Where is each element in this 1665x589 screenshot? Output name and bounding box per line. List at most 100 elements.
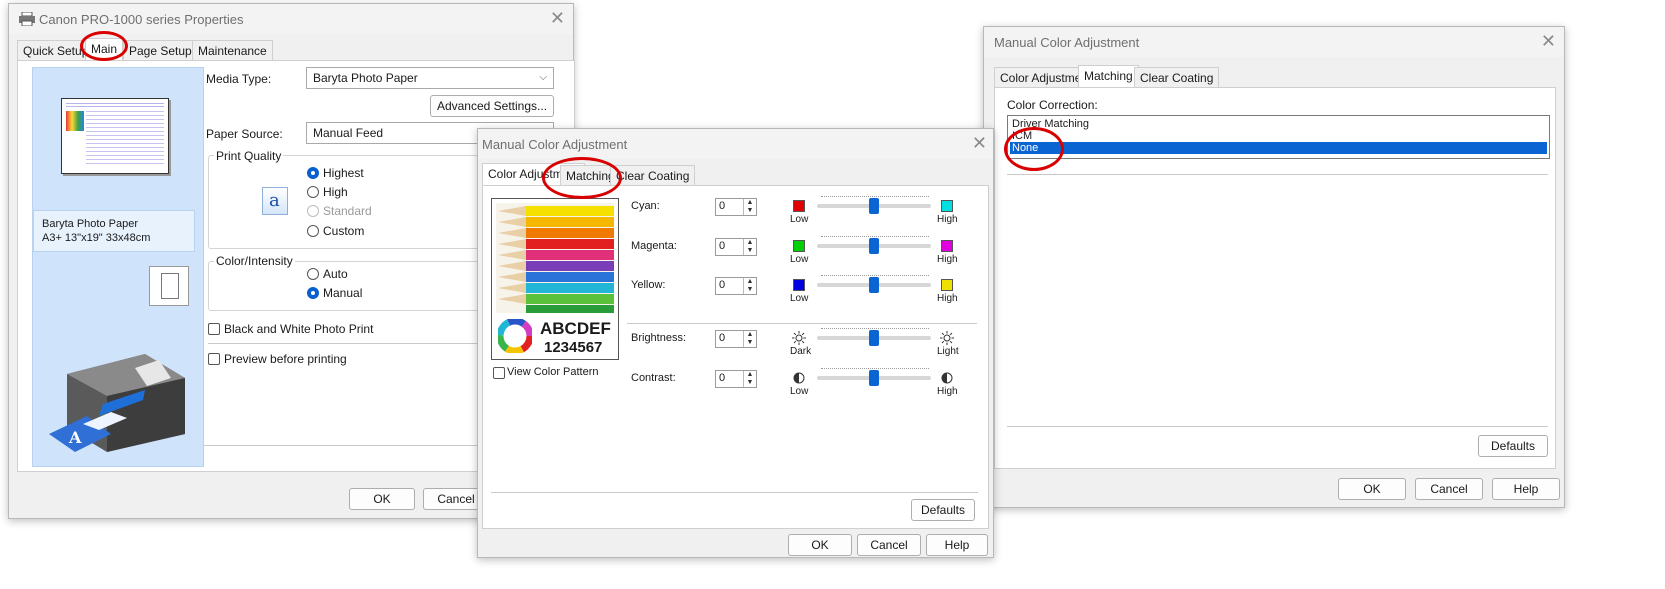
color-auto-radio[interactable] [307,268,319,280]
tab-clear-coating[interactable]: Clear Coating [1134,67,1220,87]
spin-arrows-icon[interactable]: ▲ ▼ [743,278,756,294]
view-color-pattern-label: View Color Pattern [507,366,599,378]
quality-custom-radio[interactable] [307,225,319,237]
magenta-low-label: Low [790,254,809,265]
color-auto-label: Auto [323,267,348,281]
color-manual-label: Manual [323,286,363,300]
option-driver-matching[interactable]: Driver Matching [1010,118,1547,130]
yellow-spinbox[interactable]: 0 ▲ ▼ [715,277,757,295]
preview-paper-size: A3+ 13"x19" 33x48cm [42,232,151,244]
option-none[interactable]: None [1010,142,1547,154]
magenta-slider-thumb[interactable] [869,238,879,254]
window-title: Manual Color Adjustment [482,137,628,152]
cyan-label: Cyan: [631,200,660,212]
highlight-ring [1004,127,1064,171]
cyan-high-label: High [937,214,958,225]
ok-button[interactable]: OK [1338,478,1406,500]
help-button[interactable]: Help [1492,478,1560,500]
cyan-low-label: Low [790,214,809,225]
cyan-high-swatch-icon [941,200,953,212]
quality-custom-label: Custom [323,224,365,238]
title-bar[interactable]: Manual Color Adjustment ✕ [984,27,1564,57]
paper-preview [61,98,169,174]
color-correction-listbox[interactable]: Driver Matching ICM None [1007,115,1550,159]
image-thumbnail [66,111,84,131]
spin-arrows-icon[interactable]: ▲ ▼ [743,331,756,347]
quality-highest-radio[interactable] [307,167,319,179]
cancel-button[interactable]: Cancel [857,534,921,556]
quality-high-label: High [323,185,348,199]
view-color-pattern-checkbox[interactable] [493,367,505,379]
color-adjustment-panel: ABCDEF 1234567 View Color Pattern Cyan: … [482,185,989,529]
brightness-spinbox[interactable]: 0 ▲ ▼ [715,330,757,348]
preview-before-printing-label: Preview before printing [224,352,347,366]
contrast-slider-thumb[interactable] [869,370,879,386]
brightness-low-label: Dark [790,346,812,357]
contrast-value: 0 [719,372,726,384]
option-icm[interactable]: ICM [1010,130,1547,142]
cyan-spinbox[interactable]: 0 ▲ ▼ [715,198,757,216]
advanced-settings-button[interactable]: Advanced Settings... [430,95,554,117]
title-bar[interactable]: Canon PRO-1000 series Properties ✕ [9,4,573,34]
orientation-icon [149,266,189,306]
cancel-button[interactable]: Cancel [1415,478,1483,500]
color-matching-window: Manual Color Adjustment ✕ Color Adjustme… [983,26,1565,508]
print-quality-title: Print Quality [214,149,284,163]
divider [491,492,978,493]
preview-before-printing-checkbox[interactable] [208,353,220,365]
divider [1007,426,1548,427]
spin-arrows-icon[interactable]: ▲ ▼ [743,371,756,387]
text-lines [86,111,164,167]
close-icon[interactable]: ✕ [550,9,565,27]
window-title: Canon PRO-1000 series Properties [39,12,244,27]
yellow-value: 0 [719,279,726,291]
ok-button[interactable]: OK [349,488,415,510]
title-bar[interactable]: Manual Color Adjustment ✕ [478,129,993,159]
cyan-slider-thumb[interactable] [869,198,879,214]
media-type-value: Baryta Photo Paper [313,71,418,85]
quality-high-radio[interactable] [307,186,319,198]
ok-button[interactable]: OK [788,534,852,556]
matching-tab-panel: Color Correction: Driver Matching ICM No… [994,87,1556,469]
tab-clear-coating[interactable]: Clear Coating [610,165,696,185]
paper-stripes [66,103,164,109]
yellow-low-label: Low [790,293,809,304]
magenta-spinbox[interactable]: 0 ▲ ▼ [715,238,757,256]
brightness-slider-thumb[interactable] [869,330,879,346]
close-icon[interactable]: ✕ [1541,32,1556,50]
defaults-button[interactable]: Defaults [1478,435,1548,457]
magenta-low-swatch-icon [793,240,805,252]
divider [627,323,977,324]
contrast-low-icon [793,372,805,387]
yellow-slider-thumb[interactable] [869,277,879,293]
tab-matching[interactable]: Matching [1078,65,1139,87]
bw-photo-checkbox[interactable] [208,323,220,335]
tab-maintenance[interactable]: Maintenance [192,40,273,60]
spin-arrows-icon[interactable]: ▲ ▼ [743,199,756,215]
window-title: Manual Color Adjustment [994,35,1140,50]
magenta-high-label: High [937,254,958,265]
highlight-ring [80,31,128,61]
quality-standard-radio[interactable] [307,205,319,217]
close-icon[interactable]: ✕ [972,134,987,152]
spin-arrows-icon[interactable]: ▲ ▼ [743,239,756,255]
cyan-value: 0 [719,200,726,212]
brightness-label: Brightness: [631,332,687,344]
contrast-high-label: High [937,386,958,397]
quality-preview-glyph: a [269,190,280,211]
contrast-low-label: Low [790,386,809,397]
brightness-high-label: Light [937,346,959,357]
color-intensity-title: Color/Intensity [214,254,295,268]
tab-page-setup[interactable]: Page Setup [123,40,198,60]
preview-paper-name: Baryta Photo Paper [42,218,139,230]
contrast-spinbox[interactable]: 0 ▲ ▼ [715,370,757,388]
color-correction-label: Color Correction: [1007,98,1098,112]
defaults-button[interactable]: Defaults [911,499,975,521]
color-adjustment-window: Manual Color Adjustment ✕ Color Adjustme… [477,128,994,558]
preview-panel: Baryta Photo Paper A3+ 13"x19" 33x48cm A [32,67,204,467]
help-button[interactable]: Help [926,534,988,556]
chevron-down-icon: ⌵ [539,72,547,83]
color-manual-radio[interactable] [307,287,319,299]
media-type-select[interactable]: Baryta Photo Paper ⌵ [306,67,554,89]
media-type-label: Media Type: [206,72,272,86]
